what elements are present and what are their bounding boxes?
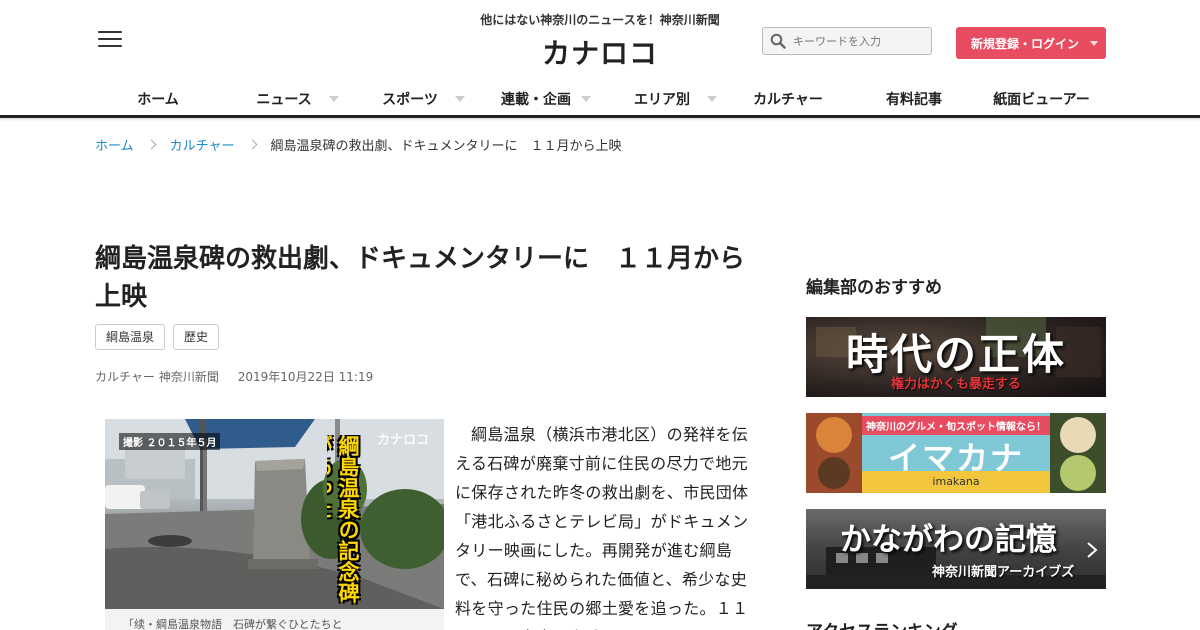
- chevron-down-icon: [581, 96, 591, 102]
- chevron-down-icon: [329, 96, 339, 102]
- nav-label: ホーム: [137, 92, 179, 108]
- nav-shadow: [0, 118, 1200, 121]
- banner-title: かながわの記憶: [840, 522, 1057, 558]
- photo-caption: 「续・綱島温泉物語 石碑が繋ぐひとたちと: [105, 609, 444, 630]
- nav-label: ニュース: [256, 92, 312, 108]
- nav-item-sports[interactable]: スポーツ: [347, 84, 473, 114]
- banner-subtitle: 神奈川新聞アーカイブズ: [932, 565, 1075, 580]
- chevron-right-icon: [247, 139, 257, 149]
- search-icon[interactable]: [763, 28, 793, 54]
- tag-link[interactable]: 綱島温泉: [95, 324, 166, 350]
- register-login-button[interactable]: 新規登録・ログイン: [956, 27, 1106, 59]
- breadcrumb-home[interactable]: ホーム: [95, 135, 134, 154]
- article-category[interactable]: カルチャー: [95, 370, 155, 384]
- article-meta: カルチャー 神奈川新聞 2019年10月22日 11:19: [95, 368, 385, 385]
- article-datetime: 2019年10月22日 11:19: [237, 370, 374, 384]
- register-login-label: 新規登録・ログイン: [971, 36, 1080, 51]
- nav-item-culture[interactable]: カルチャー: [725, 84, 851, 114]
- site-tagline: 他にはない神奈川のニュースを！神奈川新聞: [480, 13, 720, 27]
- article-figure: 撮影 ２０１５年５月 カナロコ 綱島温泉の記念碑があった 「续・綱島温泉物語 石…: [105, 419, 444, 630]
- search-box[interactable]: [762, 27, 932, 55]
- nav-label: スポーツ: [382, 92, 438, 108]
- sidebar-ranking-title: アクセスランキング: [806, 617, 958, 630]
- banner-title: イマカナ: [887, 439, 1024, 477]
- nav-label: 紙面ビューアー: [993, 92, 1090, 108]
- breadcrumb-current: 綱島温泉碑の救出劇、ドキュメンタリーに １１月から上映: [270, 138, 622, 154]
- banner-jidai-no-shotai[interactable]: 時代の正体 権力はかくも暴走する: [806, 317, 1106, 397]
- banner-imakana[interactable]: 神奈川のグルメ・旬スポット情報なら！ イマカナ imakana: [806, 413, 1106, 493]
- site-header: 他にはない神奈川のニュースを！神奈川新聞 カナロコ 新規登録・ログイン ホーム …: [0, 0, 1200, 118]
- chevron-down-icon: [1090, 41, 1098, 46]
- breadcrumb: ホーム カルチャー 綱島温泉碑の救出劇、ドキュメンタリーに １１月から上映: [95, 134, 622, 154]
- banner-kanagawa-no-kioku[interactable]: かながわの記憶 神奈川新聞アーカイブズ: [806, 509, 1106, 589]
- article-photo[interactable]: 撮影 ２０１５年５月 カナロコ 綱島温泉の記念碑があった: [105, 419, 444, 609]
- nav-item-home[interactable]: ホーム: [95, 84, 221, 114]
- tag-link[interactable]: 歴史: [173, 324, 220, 350]
- article-title: 綱島温泉碑の救出劇、ドキュメンタリーに １１月から上映: [95, 244, 746, 312]
- sidebar-recommend-title: 編集部のおすすめ: [806, 278, 942, 298]
- article-body: 綱島温泉（横浜市港北区）の発祥を伝える石碑が廃棄寸前に住民の尽力で地元に保存され…: [455, 425, 749, 630]
- nav-label: 連載・企画: [501, 92, 571, 108]
- banner-sub: imakana: [932, 475, 980, 488]
- photo-stamp: 撮影 ２０１５年５月: [119, 433, 221, 450]
- nav-label: エリア別: [634, 92, 690, 108]
- chevron-down-icon: [707, 96, 717, 102]
- photo-logo-overlay: カナロコ: [377, 433, 430, 448]
- nav-label: カルチャー: [753, 92, 823, 108]
- article-tags: 綱島温泉 歴史: [95, 324, 220, 350]
- nav-item-viewer[interactable]: 紙面ビューアー: [977, 84, 1106, 114]
- banner-subtitle: 権力はかくも暴走する: [890, 377, 1021, 392]
- nav-item-paid[interactable]: 有料記事: [851, 84, 977, 114]
- nav-item-news[interactable]: ニュース: [221, 84, 347, 114]
- nav-label: 有料記事: [886, 92, 942, 108]
- nav-item-series[interactable]: 連載・企画: [473, 84, 599, 114]
- main-nav: ホーム ニュース スポーツ 連載・企画 エリア別 カルチャー 有料記事 紙面ビュ…: [95, 84, 1106, 114]
- nav-item-area[interactable]: エリア別: [599, 84, 725, 114]
- chevron-down-icon: [455, 96, 465, 102]
- search-input[interactable]: [793, 34, 923, 48]
- breadcrumb-section[interactable]: カルチャー: [170, 135, 235, 154]
- photo-overlay-text: 綱島温泉の記念碑があった: [327, 435, 360, 603]
- chevron-right-icon: [146, 139, 157, 149]
- article-source: 神奈川新聞: [158, 370, 219, 384]
